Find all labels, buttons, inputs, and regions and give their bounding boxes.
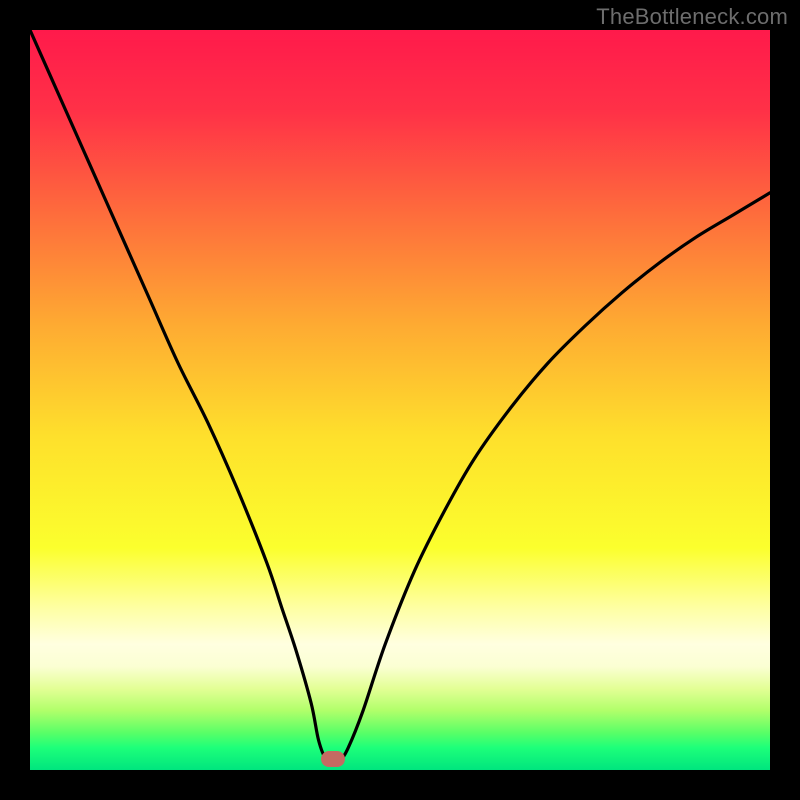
min-marker bbox=[321, 751, 345, 767]
plot-area bbox=[30, 30, 770, 770]
bottleneck-curve bbox=[30, 30, 770, 760]
watermark-text: TheBottleneck.com bbox=[596, 4, 788, 30]
curve-layer bbox=[30, 30, 770, 770]
chart-frame: TheBottleneck.com bbox=[0, 0, 800, 800]
